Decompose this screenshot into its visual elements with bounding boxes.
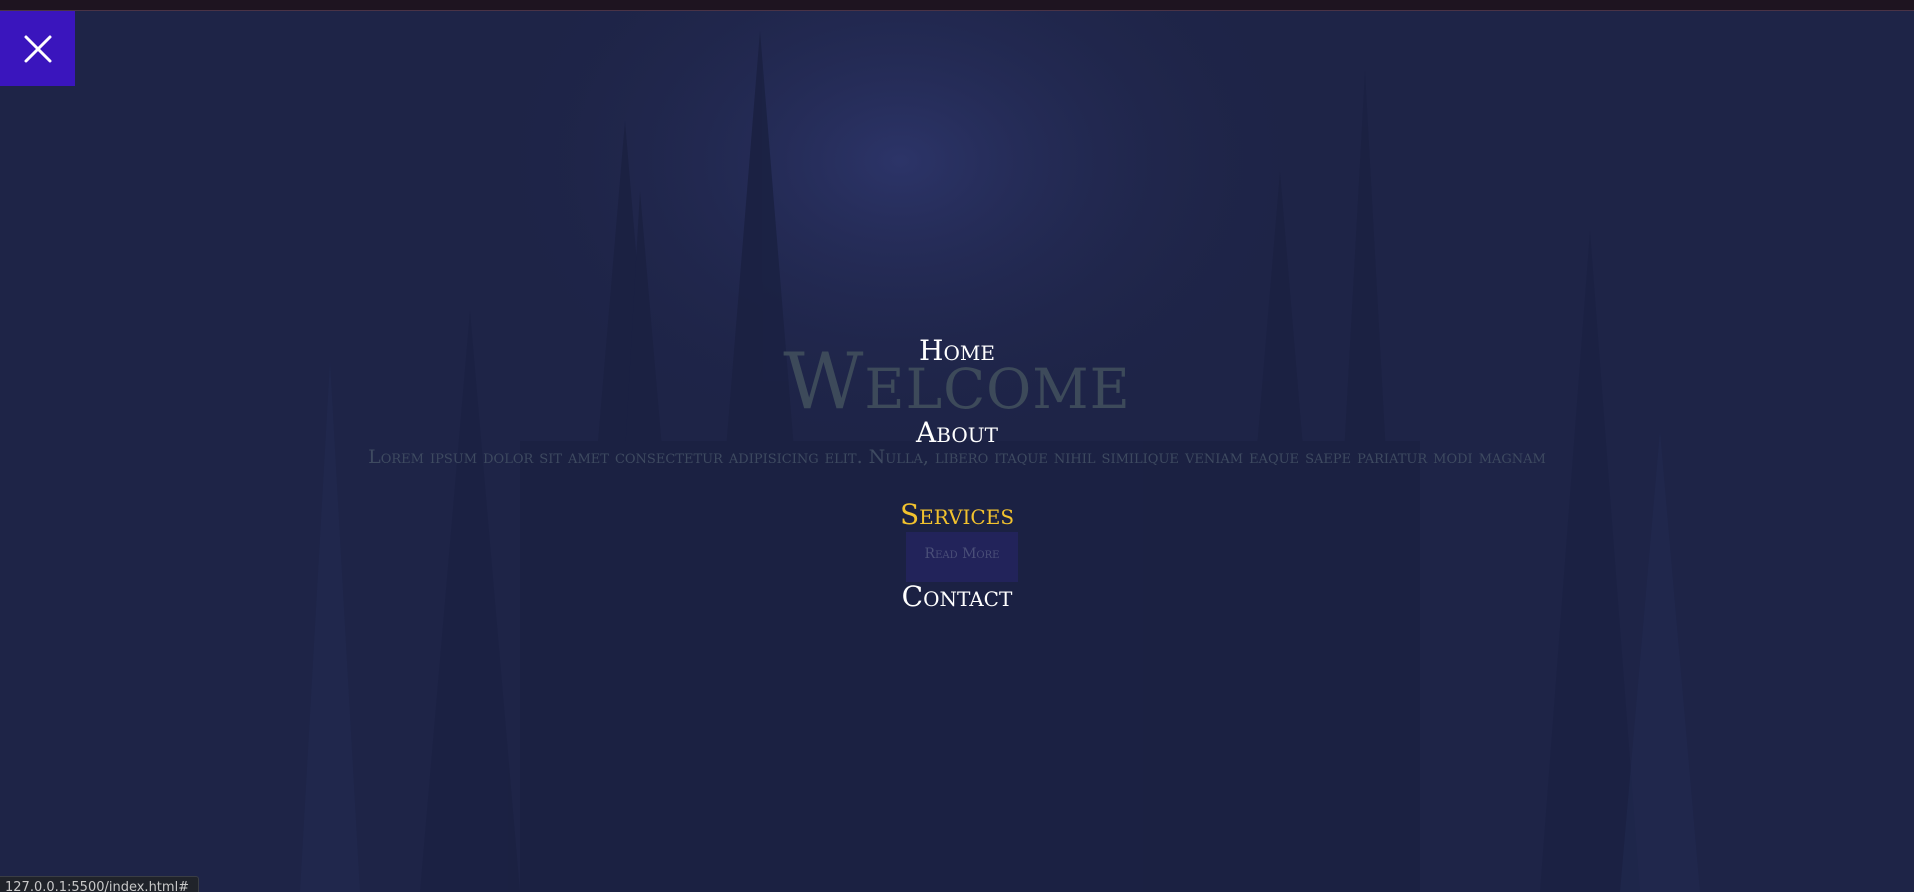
nav-link-contact[interactable]: Contact bbox=[902, 556, 1013, 638]
close-menu-button[interactable] bbox=[0, 11, 75, 86]
nav-link-about[interactable]: About bbox=[916, 392, 998, 474]
nav-link-services[interactable]: Services bbox=[900, 474, 1014, 556]
nav-link-home[interactable]: Home bbox=[919, 310, 995, 392]
status-bar-url: 127.0.0.1:5500/index.html# bbox=[0, 876, 200, 892]
nav-overlay: Home About Services Contact bbox=[0, 0, 1914, 892]
page: Welcome Lorem ipsum dolor sit amet conse… bbox=[0, 0, 1914, 892]
close-icon bbox=[24, 35, 51, 62]
nav-menu: Home About Services Contact bbox=[0, 310, 1914, 638]
